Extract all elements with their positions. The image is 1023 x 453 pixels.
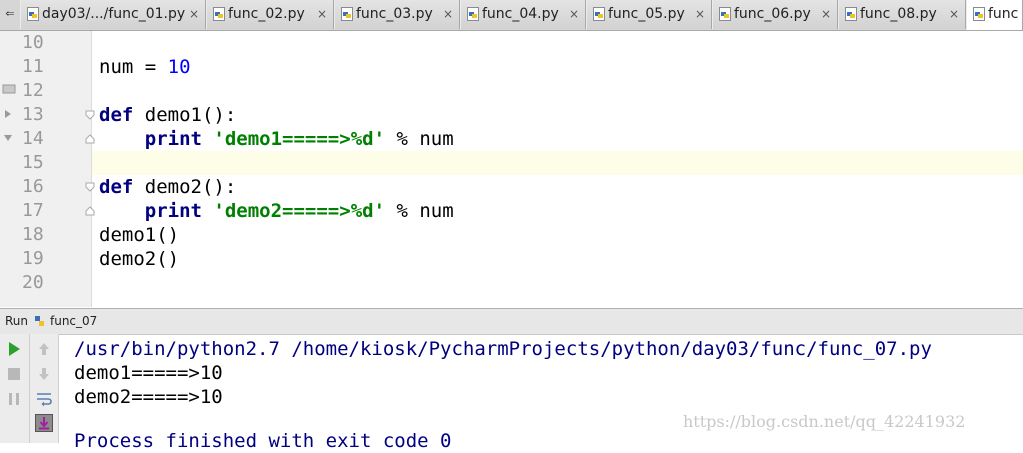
code-text: % num <box>385 200 454 222</box>
run-output-command: /usr/bin/python2.7 /home/kiosk/PycharmPr… <box>74 338 932 360</box>
code-editor[interactable]: 10 11 12 13 14 15 16 17 18 19 20 num = 1… <box>0 31 1023 307</box>
tab-func-06[interactable]: func_06.py × <box>712 0 838 29</box>
tab-label: func_02.py <box>228 6 305 22</box>
collapse-arrow-icon[interactable] <box>3 133 13 143</box>
keyword: def <box>99 176 134 198</box>
code-line-18: demo1() <box>99 224 180 246</box>
code-text: demo2(): <box>133 176 237 198</box>
keyword: print <box>144 128 202 150</box>
line-number: 13 <box>22 104 44 125</box>
close-icon[interactable]: × <box>949 0 959 29</box>
structure-icon[interactable] <box>2 83 16 95</box>
tab-label: func <box>988 6 1019 22</box>
tab-func-03[interactable]: func_03.py × <box>334 0 460 29</box>
tab-func-04[interactable]: func_04.py × <box>460 0 586 29</box>
code-line-17: print 'demo2=====>%d' % num <box>99 199 454 223</box>
tab-func-01[interactable]: day03/.../func_01.py × <box>20 0 206 29</box>
python-file-icon <box>27 7 39 21</box>
number-literal: 10 <box>167 56 191 78</box>
code-line-11: num = 10 <box>99 55 191 79</box>
line-number: 14 <box>22 128 44 149</box>
expand-arrow-icon[interactable] <box>3 109 13 119</box>
code-line-13: def demo1(): <box>99 103 236 127</box>
keyword: def <box>99 104 134 126</box>
run-output-exit-status: Process finished with exit code 0 <box>74 430 452 452</box>
line-number: 10 <box>22 32 44 53</box>
run-output-line: demo1=====>10 <box>74 362 223 384</box>
tab-label: func_08.py <box>860 6 937 22</box>
run-panel-header: Run func_07 <box>0 308 1023 335</box>
tab-label: func_04.py <box>482 6 559 22</box>
run-output-line: demo2=====>10 <box>74 386 223 408</box>
python-run-config-icon <box>35 316 44 326</box>
string-literal: 'demo1=====>%d' <box>213 128 386 150</box>
fold-marker-icon[interactable] <box>85 182 95 192</box>
run-panel-label: Run <box>5 314 29 328</box>
tab-func-05[interactable]: func_05.py × <box>586 0 712 29</box>
python-file-icon <box>467 7 479 21</box>
string-literal: 'demo2=====>%d' <box>213 200 386 222</box>
code-text: % num <box>385 128 454 150</box>
run-toolbar-secondary <box>30 334 59 443</box>
pause-icon[interactable] <box>5 390 23 408</box>
line-number: 20 <box>22 272 44 293</box>
editor-tab-bar: ⇐ day03/.../func_01.py × func_02.py × fu… <box>0 0 1023 31</box>
tab-func-07-active[interactable]: func <box>966 0 1023 30</box>
close-icon[interactable]: × <box>821 0 831 29</box>
line-number: 18 <box>22 224 44 245</box>
line-number: 16 <box>22 176 44 197</box>
fold-end-marker-icon[interactable] <box>85 134 95 144</box>
tab-label: func_06.py <box>734 6 811 22</box>
run-toolbar-primary <box>0 334 30 443</box>
keyword: print <box>144 200 202 222</box>
close-icon[interactable]: × <box>443 0 453 29</box>
python-file-icon <box>845 7 857 21</box>
run-config-name: func_07 <box>50 314 98 328</box>
code-line-16: def demo2(): <box>99 175 236 199</box>
python-file-icon <box>341 7 353 21</box>
code-text: demo1(): <box>133 104 237 126</box>
line-number: 15 <box>22 152 44 173</box>
arrow-up-icon[interactable] <box>35 340 53 358</box>
code-line-19: demo2() <box>99 248 180 270</box>
soft-wrap-icon[interactable] <box>35 390 53 408</box>
python-file-icon <box>593 7 605 21</box>
watermark: https://blog.csdn.net/qq_42241932 <box>683 412 966 431</box>
line-number: 17 <box>22 200 44 221</box>
close-icon[interactable]: × <box>317 0 327 29</box>
python-file-icon <box>213 7 225 21</box>
fold-marker-icon[interactable] <box>85 110 95 120</box>
close-icon[interactable]: × <box>569 0 579 29</box>
rerun-icon[interactable] <box>5 340 23 358</box>
fold-end-marker-icon[interactable] <box>85 206 95 216</box>
tab-scroll-left-icon[interactable]: ⇐ <box>0 0 20 30</box>
python-file-icon <box>719 7 731 21</box>
operator: = <box>133 56 168 78</box>
close-icon[interactable]: × <box>189 0 199 29</box>
code-line-14: print 'demo1=====>%d' % num <box>99 127 454 151</box>
scroll-to-end-icon[interactable] <box>35 414 53 432</box>
tab-label: func_03.py <box>356 6 433 22</box>
tab-func-08[interactable]: func_08.py × <box>838 0 966 29</box>
python-file-icon <box>973 7 985 21</box>
tab-label: func_05.py <box>608 6 685 22</box>
close-icon[interactable]: × <box>695 0 705 29</box>
current-line-highlight <box>92 151 1023 175</box>
tab-label: day03/.../func_01.py <box>42 6 186 22</box>
tab-func-02[interactable]: func_02.py × <box>206 0 334 29</box>
identifier: num <box>99 56 134 78</box>
line-number: 12 <box>22 80 44 101</box>
stop-icon[interactable] <box>5 365 23 383</box>
editor-side-strip <box>0 31 19 307</box>
arrow-down-icon[interactable] <box>35 365 53 383</box>
line-number: 11 <box>22 56 44 77</box>
line-number: 19 <box>22 248 44 269</box>
